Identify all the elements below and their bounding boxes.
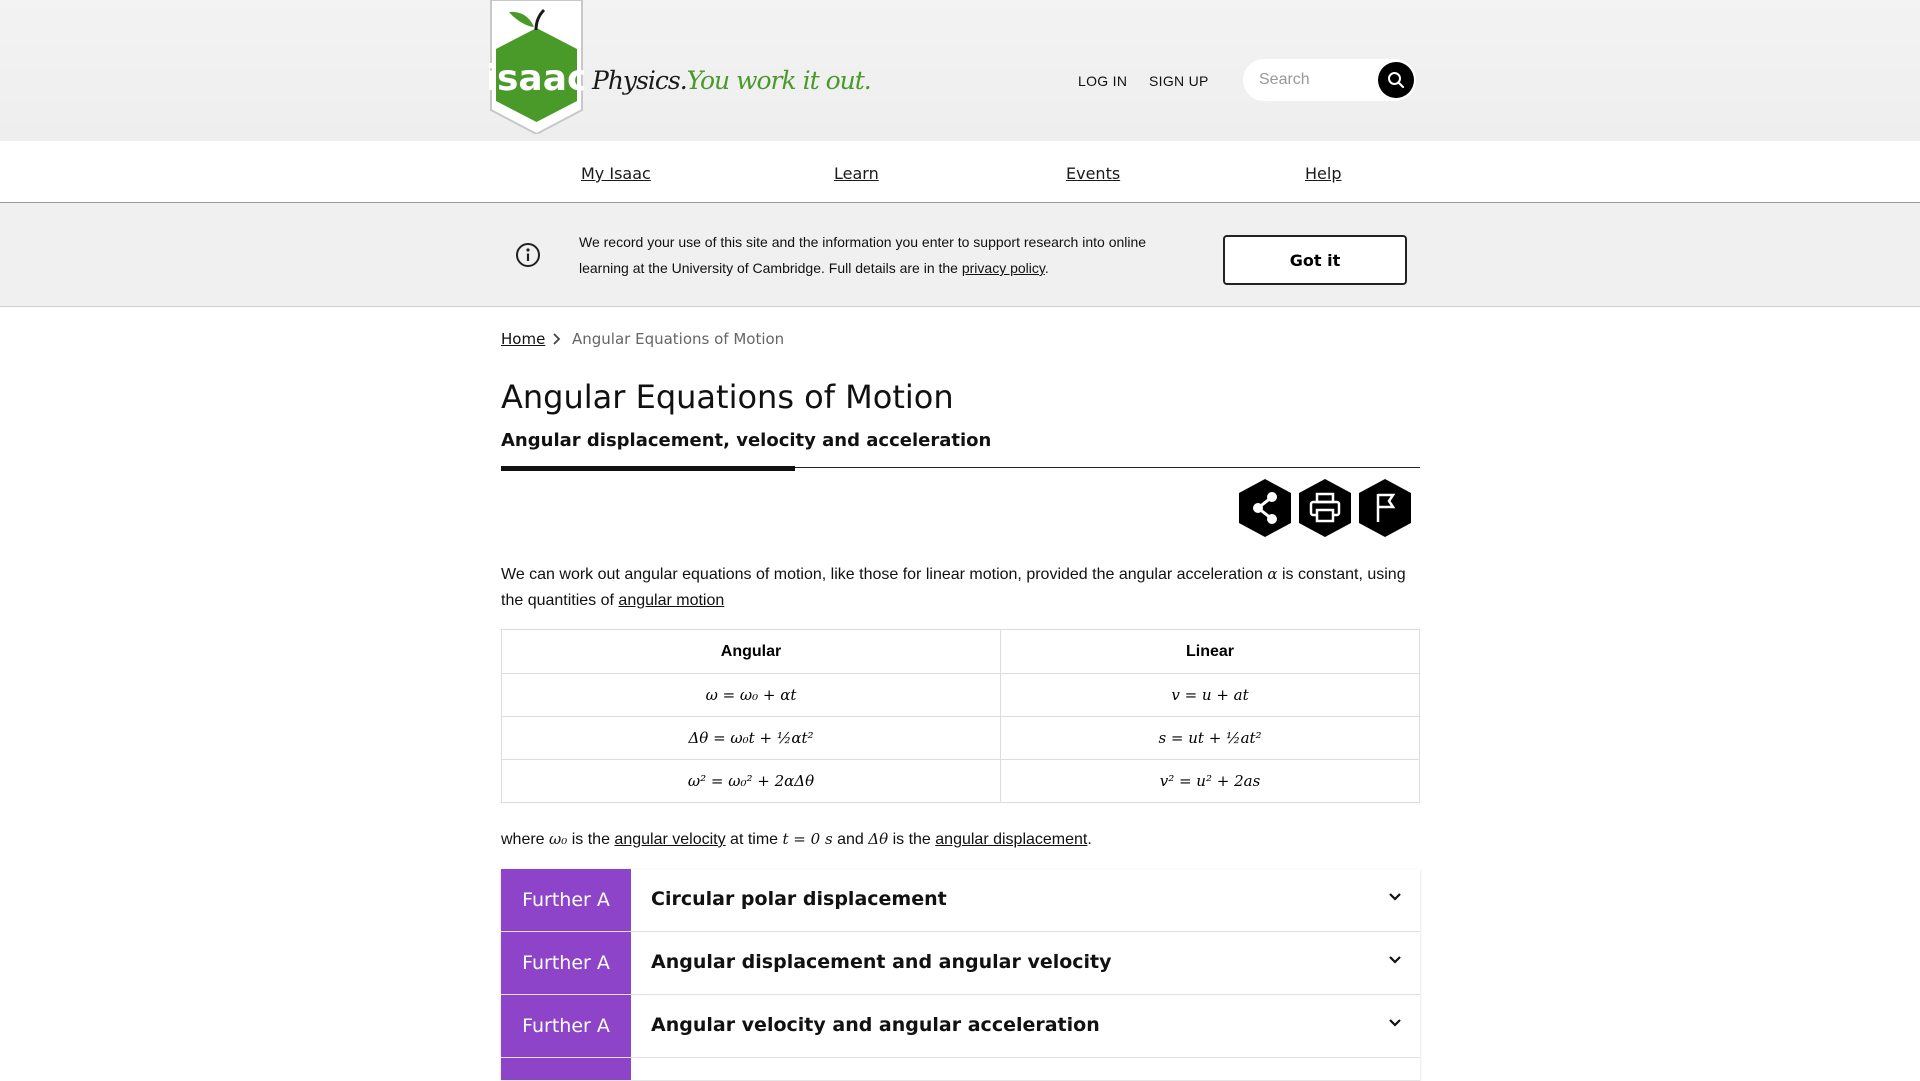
alpha-symbol: α — [1267, 565, 1278, 583]
chevron-right-icon — [553, 333, 561, 345]
table-cell: s = ut + ½at² — [1000, 716, 1420, 760]
where-text: . — [1087, 831, 1092, 848]
where-text: is the — [567, 831, 615, 848]
accordion-angular-velocity-acceleration[interactable]: Further A Angular velocity and angular a… — [501, 995, 1420, 1058]
accordion-title: Angular velocity and angular acceleratio… — [651, 1014, 1100, 1036]
page-title: Angular Equations of Motion — [501, 378, 954, 416]
nav-item-my-isaac[interactable]: My Isaac — [581, 164, 651, 183]
omega-zero-symbol: ω₀ — [549, 830, 568, 848]
tagline-subject: Physics. — [592, 66, 688, 95]
signup-link[interactable]: SIGN UP — [1149, 73, 1209, 89]
table-row: ω = ω₀ + αt v = u + at — [501, 673, 1420, 717]
table-row: Δθ = ω₀t + ½αt² s = ut + ½at² — [501, 716, 1420, 760]
level-tag: Further A — [501, 932, 631, 994]
accordion-title: Circular polar displacement — [651, 888, 947, 910]
privacy-policy-link[interactable]: privacy policy — [962, 260, 1045, 276]
title-divider-accent — [501, 466, 795, 471]
table-cell: v = u + at — [1000, 673, 1420, 717]
table-cell: v² = u² + 2as — [1000, 759, 1420, 803]
table-cell: Δθ = ω₀t + ½αt² — [501, 716, 1001, 760]
got-it-button[interactable]: Got it — [1223, 235, 1407, 285]
table-cell: ω = ω₀ + αt — [501, 673, 1001, 717]
angular-motion-link[interactable]: angular motion — [618, 592, 724, 609]
share-button[interactable] — [1237, 477, 1293, 539]
breadcrumb-current: Angular Equations of Motion — [572, 330, 785, 348]
time-zero-expression: t = 0 s — [782, 830, 833, 848]
main-nav: My Isaac Learn Events Help — [0, 141, 1920, 203]
tagline: Physics.You work it out. — [592, 66, 872, 95]
equations-table: Angular Linear ω = ω₀ + αt v = u + at Δθ… — [501, 629, 1420, 803]
site-header: isaac Physics.You work it out. LOG IN SI… — [0, 0, 1920, 141]
nav-item-events[interactable]: Events — [1066, 164, 1120, 183]
search-input[interactable] — [1257, 67, 1381, 93]
where-paragraph: where ω₀ is the angular velocity at time… — [501, 826, 1421, 853]
level-tag-partial — [501, 1058, 631, 1080]
level-tag: Further A — [501, 869, 631, 931]
tagline-motto: You work it out. — [686, 66, 872, 95]
column-header: Linear — [1000, 629, 1420, 674]
print-button[interactable] — [1297, 477, 1353, 539]
chevron-down-icon — [1389, 1019, 1401, 1027]
intro-text: We can work out angular equations of mot… — [501, 566, 1268, 583]
angular-velocity-link[interactable]: angular velocity — [614, 831, 725, 848]
chevron-down-icon — [1389, 956, 1401, 964]
table-cell: ω² = ω₀² + 2αΔθ — [501, 759, 1001, 803]
table-row: ω² = ω₀² + 2αΔθ v² = u² + 2as — [501, 759, 1420, 803]
chevron-down-icon — [1389, 893, 1401, 901]
notice-text: We record your use of this site and the … — [579, 234, 1147, 276]
search-icon — [1388, 72, 1405, 89]
nav-item-help[interactable]: Help — [1305, 164, 1341, 183]
level-tag: Further A — [501, 995, 631, 1057]
login-link[interactable]: LOG IN — [1078, 73, 1127, 89]
where-text: where — [501, 831, 550, 848]
breadcrumb-home[interactable]: Home — [501, 330, 545, 348]
delta-theta-symbol: Δθ — [868, 830, 889, 848]
intro-paragraph: We can work out angular equations of mot… — [501, 561, 1421, 614]
where-text: and — [832, 831, 869, 848]
nav-item-learn[interactable]: Learn — [834, 164, 879, 183]
page-subtitle: Angular displacement, velocity and accel… — [501, 430, 992, 451]
accordion-title: Angular displacement and angular velocit… — [651, 951, 1112, 973]
where-text: at time — [725, 831, 783, 848]
search-button[interactable] — [1378, 62, 1414, 98]
where-text: is the — [888, 831, 936, 848]
angular-displacement-link[interactable]: angular displacement — [935, 831, 1087, 848]
accordion-circular-polar-displacement[interactable]: Further A Circular polar displacement — [501, 869, 1420, 932]
report-button[interactable] — [1357, 477, 1413, 539]
research-notice-text: We record your use of this site and the … — [579, 229, 1169, 281]
accordion-angular-displacement-velocity[interactable]: Further A Angular displacement and angul… — [501, 932, 1420, 995]
logo-wordmark: isaac — [489, 58, 584, 99]
isaac-logo[interactable]: isaac — [489, 0, 584, 134]
notice-text-end: . — [1044, 260, 1049, 276]
info-icon — [516, 243, 540, 267]
accordion-partial[interactable] — [501, 1058, 1420, 1081]
table-header-row: Angular Linear — [501, 629, 1420, 674]
search-box — [1243, 59, 1416, 101]
column-header: Angular — [501, 629, 1001, 674]
